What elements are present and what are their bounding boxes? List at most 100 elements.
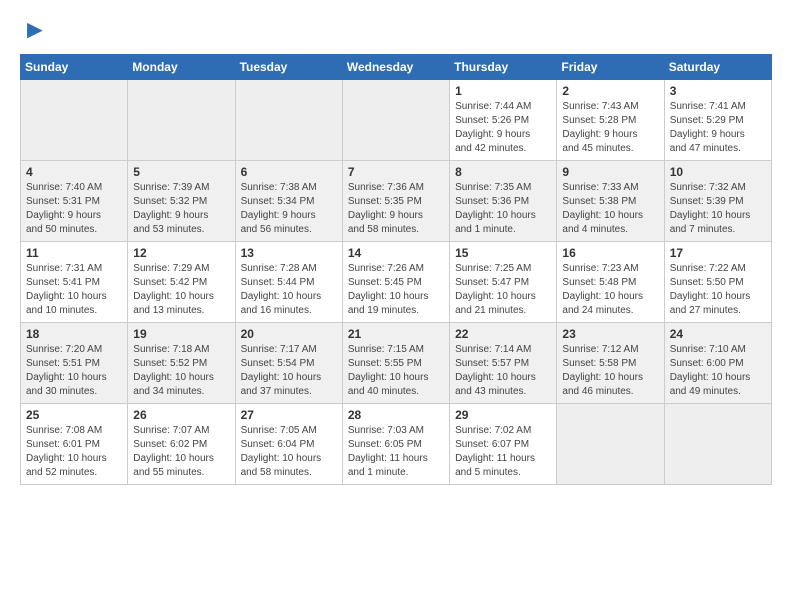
day-number: 6 [241, 165, 338, 179]
day-info: Sunrise: 7:15 AM Sunset: 5:55 PM Dayligh… [348, 343, 445, 399]
calendar-cell: 15 Sunrise: 7:25 AM Sunset: 5:47 PM Dayli… [450, 242, 557, 323]
day-number: 15 [455, 246, 552, 260]
calendar-cell: 16 Sunrise: 7:23 AM Sunset: 5:48 PM Dayli… [557, 242, 664, 323]
day-number: 17 [670, 246, 767, 260]
day-info: Sunrise: 7:02 AM Sunset: 6:07 PM Dayligh… [455, 424, 552, 480]
day-number: 23 [562, 327, 659, 341]
day-number: 5 [133, 165, 230, 179]
day-number: 16 [562, 246, 659, 260]
calendar-cell: 27Sunrise: 7:05 AM Sunset: 6:04 PM Dayli… [235, 404, 342, 485]
calendar-cell [342, 80, 449, 161]
calendar-cell [664, 404, 771, 485]
day-info: Sunrise: 7:14 AM Sunset: 5:57 PM Dayligh… [455, 343, 552, 399]
calendar-cell: 8Sunrise: 7:35 AM Sunset: 5:36 PM Daylig… [450, 161, 557, 242]
day-number: 3 [670, 84, 767, 98]
day-info: Sunrise: 7:44 AM Sunset: 5:26 PM Dayligh… [455, 100, 552, 156]
day-number: 14 [348, 246, 445, 260]
calendar-cell: 1 Sunrise: 7:44 AM Sunset: 5:26 PM Daylig… [450, 80, 557, 161]
calendar-cell [235, 80, 342, 161]
day-number: 10 [670, 165, 767, 179]
calendar-row-2: 4 Sunrise: 7:40 AM Sunset: 5:31 PM Daylig… [21, 161, 772, 242]
calendar-cell: 28 Sunrise: 7:03 AM Sunset: 6:05 PM Dayli… [342, 404, 449, 485]
header-row: SundayMondayTuesdayWednesdayThursdayFrid… [21, 55, 772, 80]
calendar-cell [557, 404, 664, 485]
day-number: 24 [670, 327, 767, 341]
day-number: 29 [455, 408, 552, 422]
day-info: Sunrise: 7:12 AM Sunset: 5:58 PM Dayligh… [562, 343, 659, 399]
day-info: Sunrise: 7:32 AM Sunset: 5:39 PM Dayligh… [670, 181, 767, 237]
day-number: 9 [562, 165, 659, 179]
calendar-row-4: 18 Sunrise: 7:20 AM Sunset: 5:51 PM Dayli… [21, 323, 772, 404]
calendar-cell: 22 Sunrise: 7:14 AM Sunset: 5:57 PM Dayli… [450, 323, 557, 404]
calendar-cell: 23 Sunrise: 7:12 AM Sunset: 5:58 PM Dayli… [557, 323, 664, 404]
day-number: 8 [455, 165, 552, 179]
calendar-row-1: 1 Sunrise: 7:44 AM Sunset: 5:26 PM Daylig… [21, 80, 772, 161]
day-info: Sunrise: 7:26 AM Sunset: 5:45 PM Dayligh… [348, 262, 445, 318]
calendar-cell: 20Sunrise: 7:17 AM Sunset: 5:54 PM Dayli… [235, 323, 342, 404]
calendar-cell: 12 Sunrise: 7:29 AM Sunset: 5:42 PM Dayli… [128, 242, 235, 323]
page: ► SundayMondayTuesdayWednesdayThursdayFr… [0, 0, 792, 501]
day-info: Sunrise: 7:23 AM Sunset: 5:48 PM Dayligh… [562, 262, 659, 318]
weekday-header-friday: Friday [557, 55, 664, 80]
calendar-cell: 2Sunrise: 7:43 AM Sunset: 5:28 PM Daylig… [557, 80, 664, 161]
calendar-cell: 25 Sunrise: 7:08 AM Sunset: 6:01 PM Dayli… [21, 404, 128, 485]
weekday-header-saturday: Saturday [664, 55, 771, 80]
calendar-cell: 29 Sunrise: 7:02 AM Sunset: 6:07 PM Dayli… [450, 404, 557, 485]
day-number: 22 [455, 327, 552, 341]
day-info: Sunrise: 7:43 AM Sunset: 5:28 PM Dayligh… [562, 100, 659, 156]
day-info: Sunrise: 7:36 AM Sunset: 5:35 PM Dayligh… [348, 181, 445, 237]
day-info: Sunrise: 7:10 AM Sunset: 6:00 PM Dayligh… [670, 343, 767, 399]
day-info: Sunrise: 7:20 AM Sunset: 5:51 PM Dayligh… [26, 343, 123, 399]
day-info: Sunrise: 7:39 AM Sunset: 5:32 PM Dayligh… [133, 181, 230, 237]
day-info: Sunrise: 7:38 AM Sunset: 5:34 PM Dayligh… [241, 181, 338, 237]
logo-bird-icon: ► [22, 16, 48, 42]
calendar-cell [21, 80, 128, 161]
day-number: 25 [26, 408, 123, 422]
calendar-cell: 18 Sunrise: 7:20 AM Sunset: 5:51 PM Dayli… [21, 323, 128, 404]
day-info: Sunrise: 7:25 AM Sunset: 5:47 PM Dayligh… [455, 262, 552, 318]
calendar-cell: 21 Sunrise: 7:15 AM Sunset: 5:55 PM Dayli… [342, 323, 449, 404]
day-number: 4 [26, 165, 123, 179]
calendar-cell [128, 80, 235, 161]
calendar-cell: 11Sunrise: 7:31 AM Sunset: 5:41 PM Dayli… [21, 242, 128, 323]
weekday-header-sunday: Sunday [21, 55, 128, 80]
calendar-table: SundayMondayTuesdayWednesdayThursdayFrid… [20, 54, 772, 485]
day-number: 19 [133, 327, 230, 341]
weekday-header-tuesday: Tuesday [235, 55, 342, 80]
day-number: 21 [348, 327, 445, 341]
day-info: Sunrise: 7:28 AM Sunset: 5:44 PM Dayligh… [241, 262, 338, 318]
day-number: 12 [133, 246, 230, 260]
calendar-cell: 7 Sunrise: 7:36 AM Sunset: 5:35 PM Daylig… [342, 161, 449, 242]
weekday-header-thursday: Thursday [450, 55, 557, 80]
day-number: 1 [455, 84, 552, 98]
day-info: Sunrise: 7:08 AM Sunset: 6:01 PM Dayligh… [26, 424, 123, 480]
weekday-header-wednesday: Wednesday [342, 55, 449, 80]
calendar-cell: 26Sunrise: 7:07 AM Sunset: 6:02 PM Dayli… [128, 404, 235, 485]
day-number: 26 [133, 408, 230, 422]
day-number: 28 [348, 408, 445, 422]
calendar-cell: 13 Sunrise: 7:28 AM Sunset: 5:44 PM Dayli… [235, 242, 342, 323]
day-number: 13 [241, 246, 338, 260]
calendar-cell: 9 Sunrise: 7:33 AM Sunset: 5:38 PM Daylig… [557, 161, 664, 242]
day-number: 11 [26, 246, 123, 260]
calendar-cell: 4 Sunrise: 7:40 AM Sunset: 5:31 PM Daylig… [21, 161, 128, 242]
calendar-cell: 5 Sunrise: 7:39 AM Sunset: 5:32 PM Daylig… [128, 161, 235, 242]
day-info: Sunrise: 7:40 AM Sunset: 5:31 PM Dayligh… [26, 181, 123, 237]
header: ► [20, 16, 772, 42]
day-info: Sunrise: 7:29 AM Sunset: 5:42 PM Dayligh… [133, 262, 230, 318]
calendar-cell: 14 Sunrise: 7:26 AM Sunset: 5:45 PM Dayli… [342, 242, 449, 323]
day-info: Sunrise: 7:03 AM Sunset: 6:05 PM Dayligh… [348, 424, 445, 480]
day-number: 18 [26, 327, 123, 341]
day-info: Sunrise: 7:22 AM Sunset: 5:50 PM Dayligh… [670, 262, 767, 318]
day-info: Sunrise: 7:33 AM Sunset: 5:38 PM Dayligh… [562, 181, 659, 237]
calendar-cell: 17 Sunrise: 7:22 AM Sunset: 5:50 PM Dayli… [664, 242, 771, 323]
weekday-header-monday: Monday [128, 55, 235, 80]
day-info: Sunrise: 7:05 AM Sunset: 6:04 PM Dayligh… [241, 424, 338, 480]
calendar-cell: 19 Sunrise: 7:18 AM Sunset: 5:52 PM Dayli… [128, 323, 235, 404]
day-number: 20 [241, 327, 338, 341]
calendar-cell: 24 Sunrise: 7:10 AM Sunset: 6:00 PM Dayli… [664, 323, 771, 404]
day-info: Sunrise: 7:18 AM Sunset: 5:52 PM Dayligh… [133, 343, 230, 399]
calendar-row-3: 11Sunrise: 7:31 AM Sunset: 5:41 PM Dayli… [21, 242, 772, 323]
day-info: Sunrise: 7:41 AM Sunset: 5:29 PM Dayligh… [670, 100, 767, 156]
day-number: 7 [348, 165, 445, 179]
